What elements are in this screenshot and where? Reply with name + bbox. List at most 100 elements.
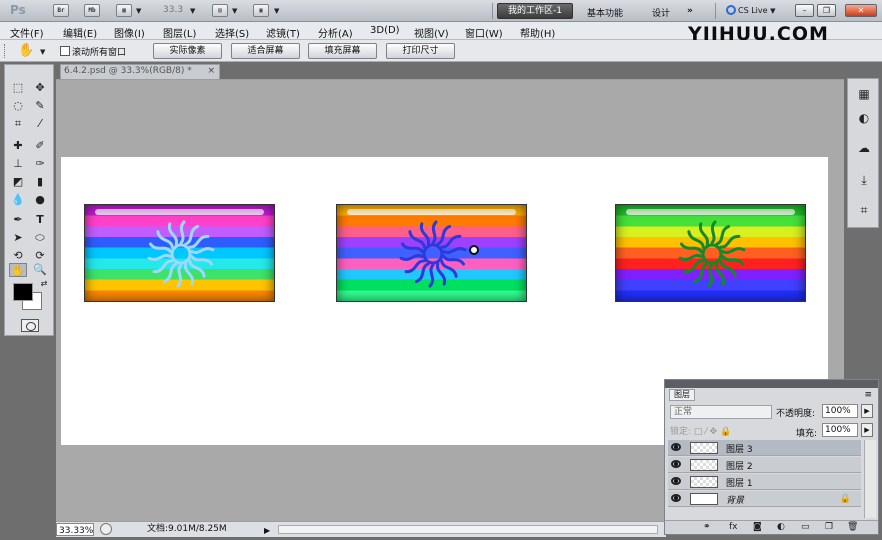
quick-mask-icon[interactable] xyxy=(21,319,39,332)
zoom-tool-icon[interactable]: 🔍 xyxy=(31,263,49,277)
menu-image[interactable]: 图像(I) xyxy=(114,25,145,40)
opacity-input[interactable]: 100% xyxy=(822,404,858,418)
eyedropper-tool-icon[interactable]: ⁄ xyxy=(31,117,49,131)
view-extras-icon[interactable]: ▦ xyxy=(116,4,132,17)
tab-layers[interactable]: 图层 xyxy=(669,389,695,401)
status-menu-icon[interactable] xyxy=(100,523,112,535)
mini-bridge-icon[interactable]: Mb xyxy=(84,4,100,17)
opacity-slider-button[interactable]: ▶ xyxy=(861,404,873,418)
toolbox: ⬚ ✥ ◌ ✎ ⌗ ⁄ ✚ ✐ ⊥ ✑ ◩ ▮ 💧 ● ✒ T ➤ ⬭ ⟲ ⟳ … xyxy=(4,64,54,336)
foreground-color-swatch[interactable] xyxy=(13,283,33,301)
menu-window[interactable]: 窗口(W) xyxy=(465,25,503,40)
visibility-eye-icon[interactable] xyxy=(671,494,681,502)
layer-style-icon[interactable]: fx xyxy=(729,522,738,532)
menu-view[interactable]: 视图(V) xyxy=(414,25,449,40)
document-tab[interactable]: 6.4.2.psd @ 33.3%(RGB/8) * × xyxy=(60,64,220,79)
layers-panel-footer: ⚭ fx ◙ ◐ ▭ ❐ 🗑 xyxy=(665,520,878,534)
cs-live-button[interactable]: CS Live ▼ xyxy=(726,5,775,15)
gradient-tool-icon[interactable]: ▮ xyxy=(31,175,49,189)
menu-select[interactable]: 选择(S) xyxy=(215,25,249,40)
move-tool-icon[interactable]: ✥ xyxy=(31,81,49,95)
path-selection-tool-icon[interactable]: ➤ xyxy=(9,231,27,245)
color-panel-icon[interactable]: ▦ xyxy=(854,85,874,103)
chevron-down-icon[interactable]: ▼ xyxy=(232,7,237,15)
layer-row-3[interactable]: 图层 3 xyxy=(668,440,861,456)
history-panel-icon[interactable]: ⤓ xyxy=(854,171,874,189)
shape-tool-icon[interactable]: ⬭ xyxy=(31,231,49,245)
brush-tool-icon[interactable]: ✐ xyxy=(31,139,49,153)
history-brush-tool-icon[interactable]: ✑ xyxy=(31,157,49,171)
layer-row-2[interactable]: 图层 2 xyxy=(668,457,861,473)
horizontal-scrollbar[interactable] xyxy=(278,525,658,534)
close-document-icon[interactable]: × xyxy=(207,65,215,78)
screen-mode-icon[interactable]: ▣ xyxy=(253,4,269,17)
menu-3d[interactable]: 3D(D) xyxy=(370,25,400,36)
add-mask-icon[interactable]: ◙ xyxy=(753,522,762,532)
crop-tool-icon[interactable]: ⌗ xyxy=(9,117,27,131)
type-tool-icon[interactable]: T xyxy=(31,213,49,227)
arrange-documents-icon[interactable]: ▤ xyxy=(212,4,228,17)
lasso-tool-icon[interactable]: ◌ xyxy=(9,99,27,113)
layer-row-1[interactable]: 图层 1 xyxy=(668,474,861,490)
quick-select-tool-icon[interactable]: ✎ xyxy=(31,99,49,113)
restore-button[interactable]: ❐ xyxy=(817,4,836,17)
3d-rotate-tool-icon[interactable]: ⟲ xyxy=(9,249,27,263)
hand-tool-icon[interactable]: ✋ xyxy=(9,263,27,277)
close-button[interactable]: ✕ xyxy=(845,4,877,17)
adjustments-panel-icon[interactable]: ◐ xyxy=(854,109,874,127)
zoom-input[interactable]: 33.33% xyxy=(56,523,94,536)
dodge-tool-icon[interactable]: ● xyxy=(31,193,49,207)
fill-screen-button[interactable]: 填充屏幕 xyxy=(308,43,377,59)
chevron-down-icon[interactable]: ▼ xyxy=(190,7,195,15)
layers-scrollbar[interactable] xyxy=(864,440,876,518)
marquee-tool-icon[interactable]: ⬚ xyxy=(9,81,27,95)
blend-mode-select[interactable]: 正常 xyxy=(670,405,772,419)
workspace-active-button[interactable]: 我的工作区-1 xyxy=(497,3,573,19)
visibility-eye-icon[interactable] xyxy=(671,443,681,451)
blur-tool-icon[interactable]: 💧 xyxy=(9,193,27,207)
panel-titlebar[interactable] xyxy=(665,380,878,388)
grip-handle[interactable] xyxy=(4,44,7,58)
zoom-level-dropdown[interactable]: 33.3 xyxy=(163,5,183,15)
transform-panel-icon[interactable]: ⌗ xyxy=(854,201,874,219)
fit-screen-button[interactable]: 适合屏幕 xyxy=(231,43,300,59)
minimize-button[interactable]: – xyxy=(795,4,814,17)
new-group-icon[interactable]: ▭ xyxy=(801,522,810,532)
layer-row-background[interactable]: 背景 🔒 xyxy=(668,491,861,507)
swap-colors-icon[interactable]: ⇄ xyxy=(35,277,53,291)
menu-file[interactable]: 文件(F) xyxy=(10,25,44,40)
workspace-overflow-button[interactable]: » xyxy=(687,6,693,16)
menu-edit[interactable]: 编辑(E) xyxy=(63,25,97,40)
panel-menu-icon[interactable]: ≡ xyxy=(864,390,872,400)
healing-brush-tool-icon[interactable]: ✚ xyxy=(9,139,27,153)
clone-stamp-tool-icon[interactable]: ⊥ xyxy=(9,157,27,171)
fill-slider-button[interactable]: ▶ xyxy=(861,423,873,437)
menu-help[interactable]: 帮助(H) xyxy=(520,25,555,40)
hand-tool-preset-icon[interactable]: ✋ xyxy=(18,43,34,58)
chevron-down-icon[interactable]: ▼ xyxy=(274,7,279,15)
chevron-down-icon[interactable]: ▼ xyxy=(136,7,141,15)
actual-pixels-button[interactable]: 实际像素 xyxy=(153,43,222,59)
lock-icons[interactable]: □ ⁄ ✥ 🔒 xyxy=(694,427,731,437)
fill-input[interactable]: 100% xyxy=(822,423,858,437)
eraser-tool-icon[interactable]: ◩ xyxy=(9,175,27,189)
link-layers-icon[interactable]: ⚭ xyxy=(703,522,711,532)
bridge-icon[interactable]: Br xyxy=(53,4,69,17)
masks-panel-icon[interactable]: ☁ xyxy=(854,139,874,157)
menu-analysis[interactable]: 分析(A) xyxy=(318,25,353,40)
3d-orbit-tool-icon[interactable]: ⟳ xyxy=(31,249,49,263)
menu-filter[interactable]: 滤镜(T) xyxy=(266,25,300,40)
print-size-button[interactable]: 打印尺寸 xyxy=(386,43,455,59)
pen-tool-icon[interactable]: ✒ xyxy=(9,213,27,227)
workspace-essentials[interactable]: 基本功能 xyxy=(587,6,623,19)
workspace-design[interactable]: 设计 xyxy=(652,6,670,19)
menu-layer[interactable]: 图层(L) xyxy=(163,25,196,40)
chevron-down-icon[interactable]: ▼ xyxy=(40,48,45,56)
status-arrow-icon[interactable]: ▶ xyxy=(264,524,270,538)
delete-layer-icon[interactable]: 🗑 xyxy=(847,522,858,532)
adjustment-layer-icon[interactable]: ◐ xyxy=(777,522,785,532)
visibility-eye-icon[interactable] xyxy=(671,460,681,468)
new-layer-icon[interactable]: ❐ xyxy=(825,522,833,532)
visibility-eye-icon[interactable] xyxy=(671,477,681,485)
scroll-all-windows-checkbox[interactable] xyxy=(60,46,70,56)
